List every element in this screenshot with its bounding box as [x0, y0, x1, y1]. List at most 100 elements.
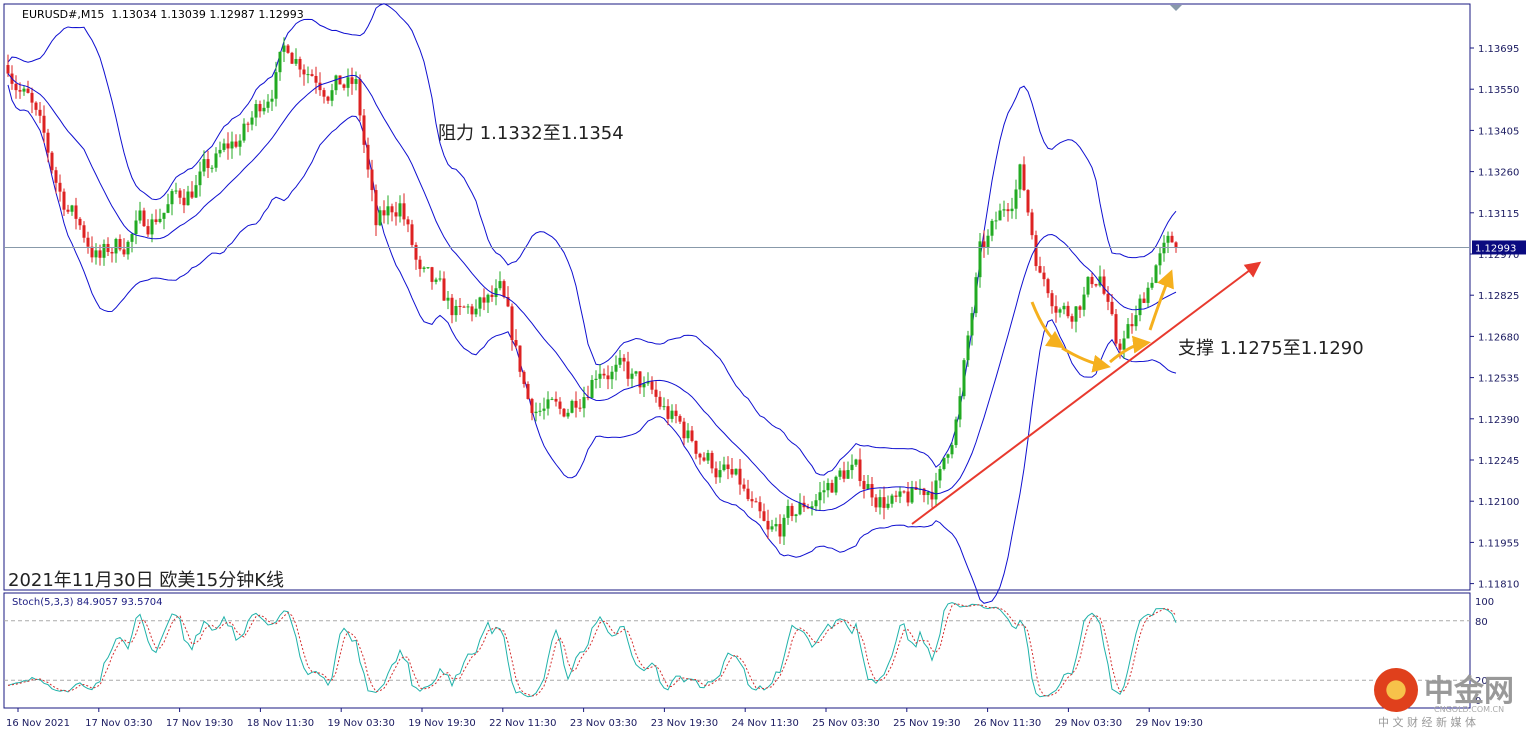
candle-body [1174, 242, 1178, 248]
candle-body [162, 212, 166, 219]
candle-body [270, 98, 274, 102]
candle-body [246, 123, 250, 125]
candle-body [694, 440, 698, 454]
candle-body [98, 250, 102, 258]
price-tick-label: 1.12825 [1478, 291, 1519, 302]
candle-body [258, 104, 262, 112]
candle-body [354, 79, 358, 84]
candle-body [54, 170, 58, 183]
candle-body [502, 281, 506, 298]
price-tick-label: 1.12245 [1478, 456, 1519, 467]
candle-body [834, 476, 838, 493]
stoch-level-label: 100 [1475, 597, 1494, 608]
candle-body [398, 203, 402, 217]
candle-body [154, 219, 158, 222]
candle-body [822, 490, 826, 493]
candle-body [66, 209, 70, 212]
candle-body [310, 74, 314, 76]
candle-body [266, 101, 270, 108]
candle-body [478, 297, 482, 309]
candle-body [394, 212, 398, 217]
candle-body [1022, 164, 1026, 191]
candle-body [706, 452, 710, 461]
candle-body [518, 345, 522, 372]
candle-body [90, 246, 94, 258]
candle-body [458, 305, 462, 307]
candle-body [1170, 235, 1174, 243]
candle-body [958, 396, 962, 420]
candle-body [302, 69, 306, 75]
candle-body [894, 495, 898, 497]
candle-body [166, 204, 170, 213]
candle-body [314, 75, 318, 83]
candle-body [30, 92, 34, 103]
time-tick-label: 23 Nov 19:30 [651, 718, 718, 729]
candle-body [470, 306, 474, 315]
candle-body [594, 378, 598, 380]
candle-body [346, 77, 350, 88]
candle-body [666, 406, 670, 419]
candle-body [714, 468, 718, 478]
candle-body [902, 491, 906, 493]
candle-body [1110, 301, 1114, 315]
time-tick-label: 29 Nov 03:30 [1055, 718, 1122, 729]
candle-body [1058, 309, 1062, 313]
candle-body [290, 52, 294, 64]
price-tick-label: 1.13260 [1478, 168, 1519, 179]
candle-body [662, 406, 666, 408]
chart-header: EURUSD#,M15 1.13034 1.13039 1.12987 1.12… [22, 8, 304, 21]
candle-body [614, 364, 618, 372]
time-tick-label: 29 Nov 19:30 [1135, 718, 1202, 729]
candle-body [1026, 190, 1030, 213]
chart-caption: 2021年11月30日 欧美15分钟K线 [8, 570, 285, 591]
candle-body [286, 45, 290, 53]
candle-body [178, 190, 182, 198]
candle-body [194, 185, 198, 198]
candle-body [426, 267, 430, 269]
logo-icon [1374, 668, 1418, 712]
candle-body [670, 410, 674, 419]
candle-body [994, 220, 998, 222]
candle-body [938, 469, 942, 481]
candle-body [214, 153, 218, 168]
candle-body [538, 410, 542, 412]
candle-body [970, 313, 974, 336]
candle-body [534, 411, 538, 414]
symbol-label: EURUSD#,M15 [22, 8, 105, 21]
candle-body [750, 499, 754, 502]
candle-body [1130, 324, 1134, 327]
candle-body [34, 102, 38, 110]
candle-body [770, 526, 774, 530]
candle-body [846, 470, 850, 479]
candle-body [734, 468, 738, 475]
candle-body [1038, 266, 1042, 273]
candle-body [430, 267, 434, 282]
candle-body [334, 75, 338, 91]
candle-body [1086, 276, 1090, 295]
candle-body [566, 412, 570, 417]
candle-body [738, 468, 742, 485]
candle-body [522, 371, 526, 384]
candle-body [262, 107, 266, 112]
candle-body [962, 360, 966, 397]
candle-body [182, 197, 186, 206]
candle-body [542, 408, 546, 411]
candle-body [950, 445, 954, 455]
price-tick-label: 1.12390 [1478, 415, 1519, 426]
candle-body [1138, 298, 1142, 316]
candle-body [226, 143, 230, 149]
price-tick-label: 1.13695 [1478, 44, 1519, 55]
candle-body [1010, 208, 1014, 212]
candle-body [378, 210, 382, 226]
candle-body [626, 361, 630, 379]
candle-body [690, 430, 694, 441]
chart-canvas[interactable]: 1.13695 1.13550 1.13405 1.13260 1.13115 1.129… [0, 0, 1530, 740]
candle-body [1142, 298, 1146, 303]
candle-body [774, 524, 778, 527]
chart-window: 1.13695 1.13550 1.13405 1.13260 1.13115 1.129… [0, 0, 1530, 740]
candle-body [546, 399, 550, 409]
candle-body [1070, 316, 1074, 322]
time-tick-label: 19 Nov 03:30 [327, 718, 394, 729]
candle-body [730, 469, 734, 475]
candle-body [434, 279, 438, 282]
